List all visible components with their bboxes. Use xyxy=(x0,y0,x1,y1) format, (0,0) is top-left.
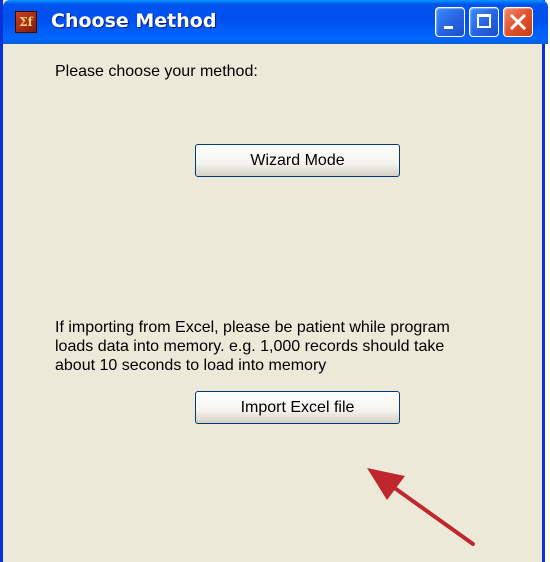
close-button[interactable] xyxy=(503,7,533,37)
choose-method-window: Σf Choose Method Please choose your meth… xyxy=(0,0,548,562)
excel-note-line: loads data into memory. e.g. 1,000 recor… xyxy=(55,338,445,355)
app-icon: Σf xyxy=(15,11,37,33)
import-excel-button[interactable]: Import Excel file xyxy=(195,391,400,424)
excel-note-line: If importing from Excel, please be patie… xyxy=(55,319,450,336)
minimize-icon xyxy=(444,26,453,29)
title-bar[interactable]: Σf Choose Method xyxy=(3,0,548,44)
excel-import-note: If importing from Excel, please be patie… xyxy=(55,318,545,375)
close-icon xyxy=(510,14,526,30)
maximize-button[interactable] xyxy=(469,7,499,37)
minimize-button[interactable] xyxy=(435,7,465,37)
maximize-icon xyxy=(477,14,491,28)
dialog-content: Please choose your method: Wizard Mode I… xyxy=(3,44,542,562)
excel-note-line: about 10 seconds to load into memory xyxy=(55,357,327,374)
method-prompt-label: Please choose your method: xyxy=(55,63,258,80)
wizard-mode-button[interactable]: Wizard Mode xyxy=(195,144,400,177)
red-arrow-icon xyxy=(367,468,475,546)
window-title: Choose Method xyxy=(51,10,217,32)
